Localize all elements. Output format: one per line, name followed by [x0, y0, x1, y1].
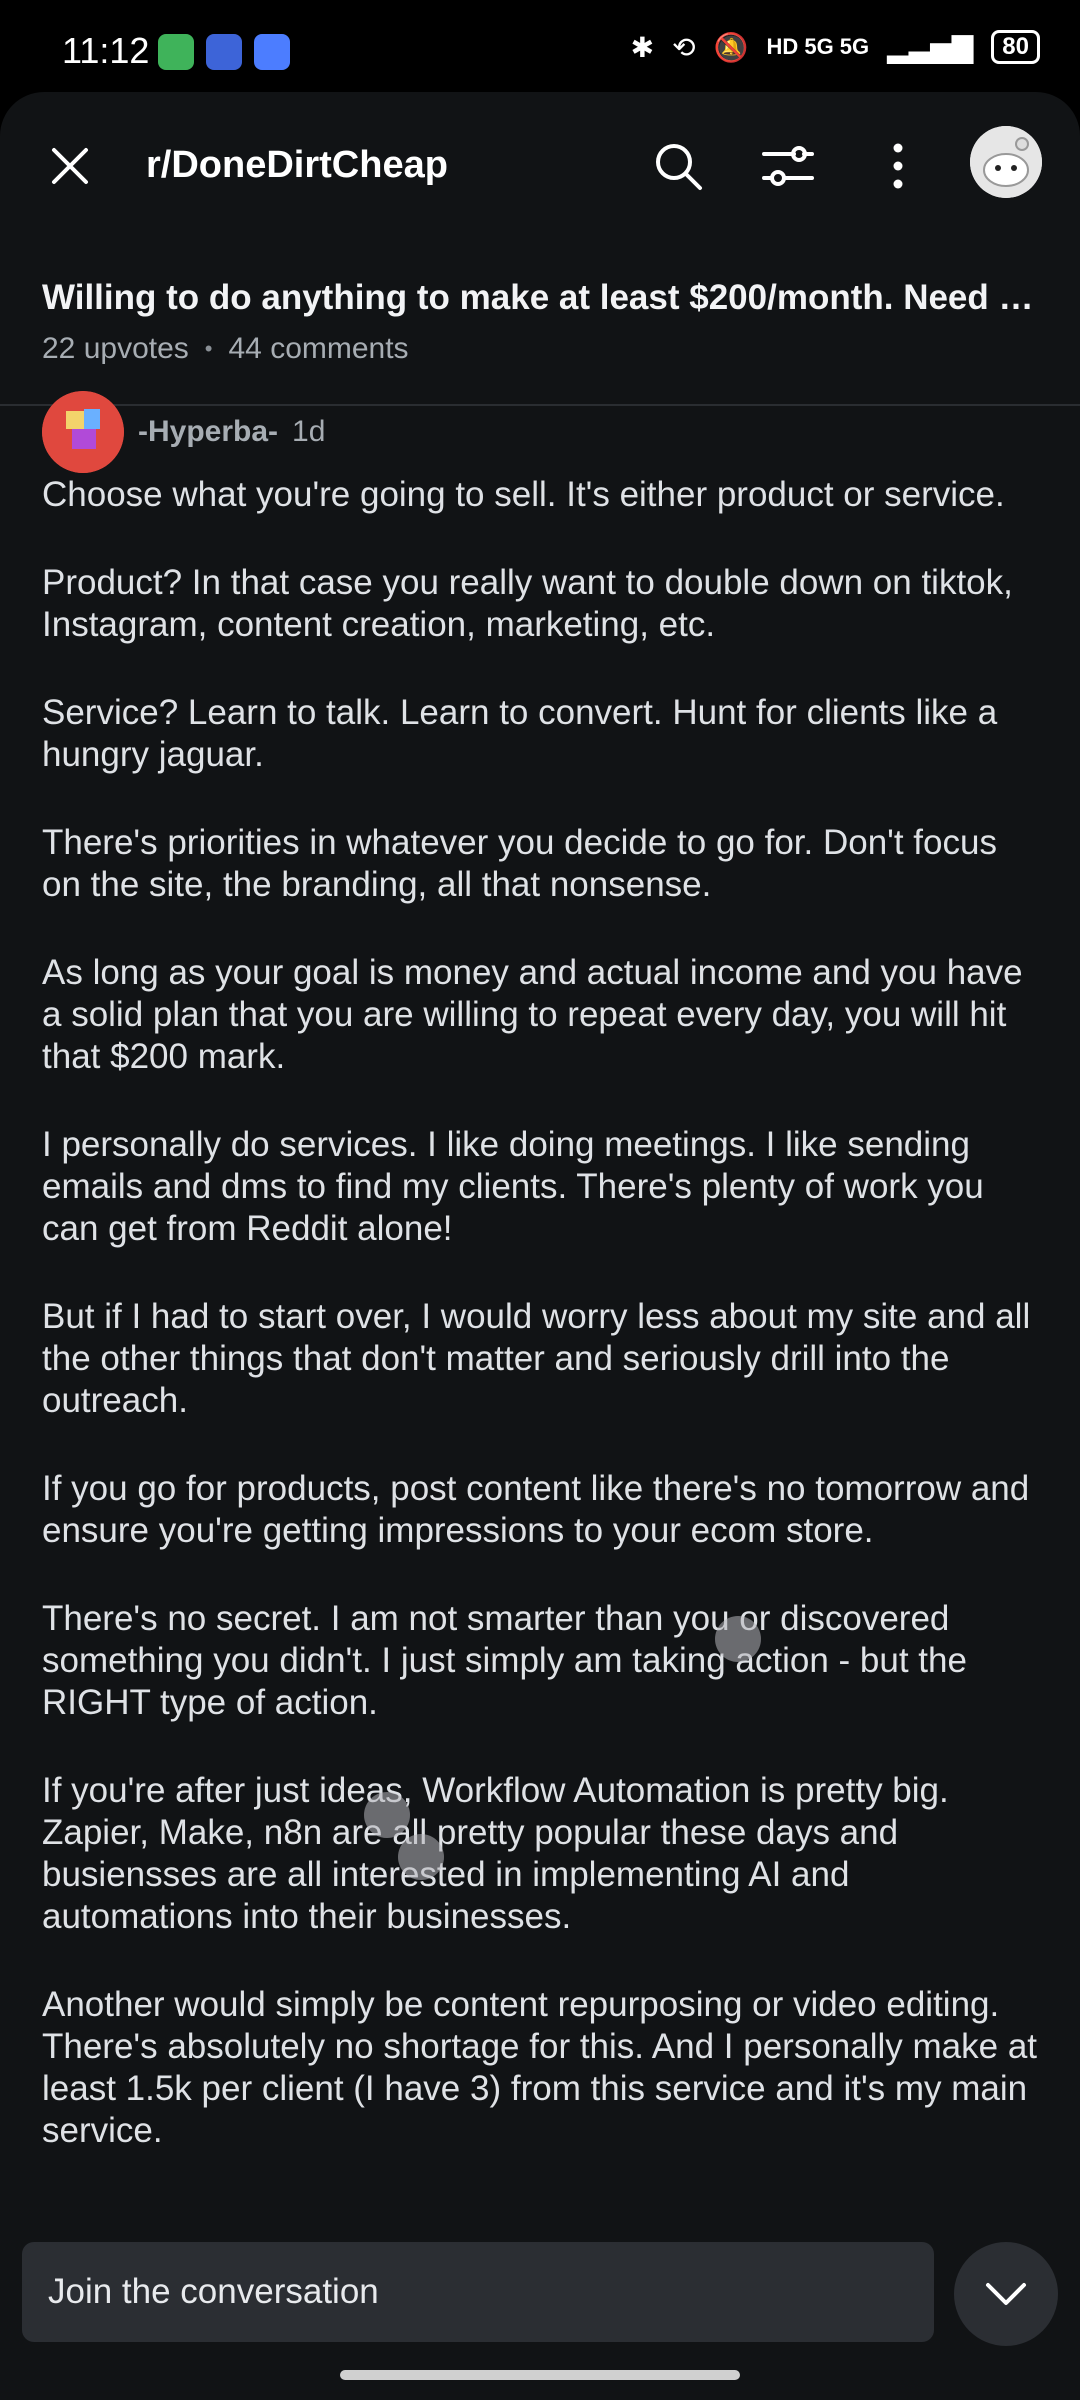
comment-count: 44 comments	[228, 332, 409, 365]
search-button[interactable]	[648, 136, 708, 196]
user-avatar[interactable]	[970, 126, 1042, 198]
close-icon	[52, 148, 88, 184]
filter-icon	[762, 146, 814, 186]
app-notification-icon-link	[254, 34, 290, 70]
comment-paragraph: If you go for products, post content lik…	[42, 1469, 1030, 1550]
search-icon	[656, 144, 702, 190]
comment-header[interactable]: -Hyperba- 1d	[42, 390, 1042, 474]
bluetooth-icon: ✱	[630, 31, 655, 63]
upvote-count: 22 upvotes	[42, 332, 189, 365]
meta-separator: •	[204, 336, 213, 361]
subreddit-title[interactable]: r/DoneDirtCheap	[146, 144, 448, 187]
home-indicator[interactable]	[340, 2370, 740, 2380]
comment-paragraph: Product? In that case you really want to…	[42, 563, 1013, 644]
status-icons: ✱ ⟲ 🔕 HD 5G 5G ▂▃▅▇ 80	[631, 30, 1040, 64]
comment-paragraph: But if I had to start over, I would worr…	[42, 1297, 1031, 1420]
app-notification-icon-cat	[206, 34, 242, 70]
post-sheet: r/DoneDirtCheap Willing to do anything t…	[0, 92, 1080, 2400]
touch-indicator	[398, 1834, 444, 1880]
comment-paragraph: Choose what you're going to sell. It's e…	[42, 475, 1005, 514]
signal-icon: ▂▃▅▇	[887, 31, 974, 63]
top-app-bar: r/DoneDirtCheap	[0, 92, 1080, 242]
comment-paragraph: I personally do services. I like doing m…	[42, 1125, 984, 1248]
comment-paragraph: As long as your goal is money and actual…	[42, 953, 1023, 1076]
chevron-down-icon	[986, 2283, 1026, 2305]
bottom-composer: Join the conversation	[0, 2220, 1080, 2400]
mute-icon: 🔕	[713, 31, 749, 63]
status-bar: 11:12 ✱ ⟲ 🔕 HD 5G 5G ▂▃▅▇ 80	[0, 0, 1080, 100]
commenter-avatar[interactable]	[42, 391, 124, 473]
touch-indicator	[715, 1616, 761, 1662]
touch-indicator	[364, 1792, 410, 1838]
comment-paragraph: Service? Learn to talk. Learn to convert…	[42, 693, 998, 774]
status-time: 11:12	[62, 30, 150, 71]
more-vert-icon	[893, 143, 903, 189]
comment[interactable]: -Hyperba- 1d Choose what you're going to…	[42, 390, 1042, 2198]
more-options-button[interactable]	[868, 136, 928, 196]
app-notification-icon-green	[158, 34, 194, 70]
comment-paragraph: Another would simply be content repurpos…	[42, 1985, 1038, 2150]
post-meta: 22 upvotes • 44 comments	[42, 332, 1040, 366]
post-title[interactable]: Willing to do anything to make at least …	[42, 278, 1040, 318]
filter-button[interactable]	[756, 136, 820, 196]
hotspot-icon: ⟲	[672, 31, 696, 63]
comment-paragraph: There's priorities in whatever you decid…	[42, 823, 997, 904]
comment-paragraph: There's no secret. I am not smarter than…	[42, 1599, 967, 1722]
post-header[interactable]: Willing to do anything to make at least …	[42, 278, 1040, 366]
comment-age: 1d	[292, 415, 326, 448]
battery-indicator: 80	[991, 30, 1040, 64]
close-button[interactable]	[40, 136, 100, 196]
join-conversation-input[interactable]: Join the conversation	[22, 2242, 934, 2342]
comment-body: Choose what you're going to sell. It's e…	[42, 474, 1042, 2152]
comment-paragraph: If you're after just ideas, Workflow Aut…	[42, 1771, 949, 1936]
commenter-avatar-icon	[42, 391, 124, 473]
collapse-button[interactable]	[954, 2242, 1058, 2346]
snoo-avatar-icon	[970, 126, 1042, 198]
comment-username[interactable]: -Hyperba-	[138, 415, 278, 449]
network-label: HD 5G 5G	[766, 34, 870, 59]
